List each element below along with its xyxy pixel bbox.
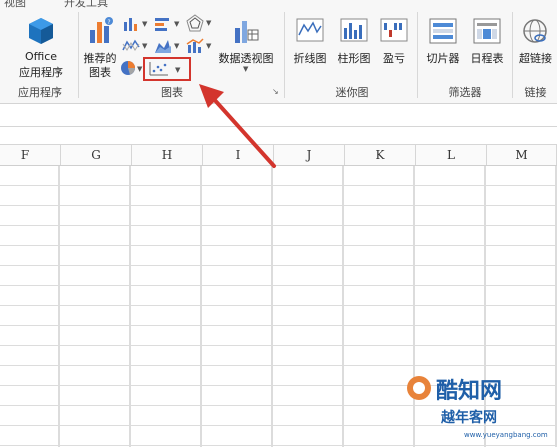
- watermark-subtitle: 越年客网: [441, 410, 497, 426]
- watermark-url: www.yueyangbang.com: [464, 431, 548, 439]
- watermark-title: 酷知网: [436, 379, 503, 404]
- watermark: 酷知网 越年客网 www.yueyangbang.com: [316, 365, 557, 447]
- watermark-logo-icon: [407, 376, 431, 400]
